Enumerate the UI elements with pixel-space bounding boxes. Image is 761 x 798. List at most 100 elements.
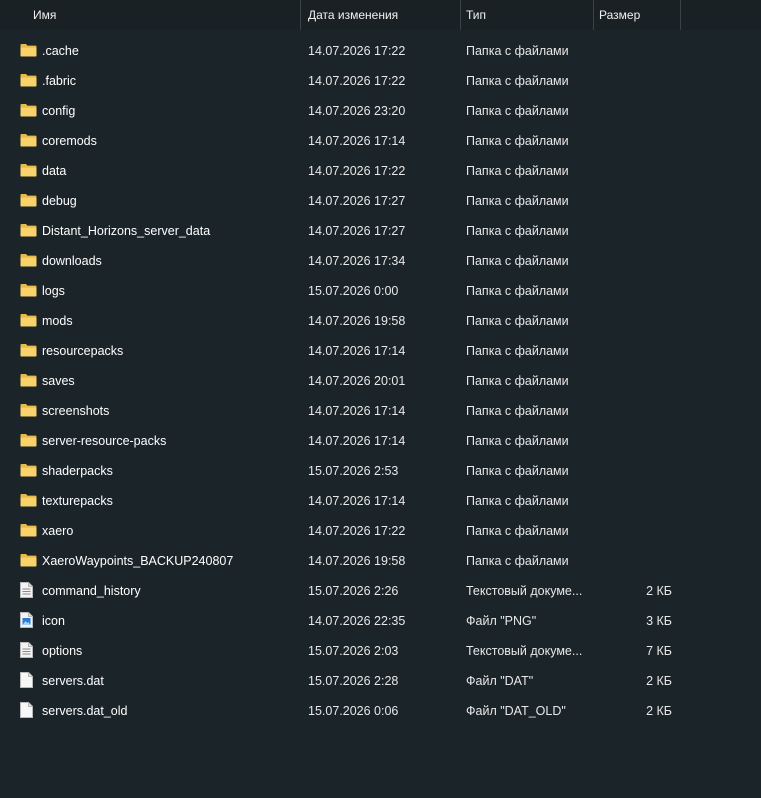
file-row[interactable]: servers.dat 15.07.2026 2:28 Файл "DAT" 2 КБ [0, 666, 761, 696]
file-type: Папка с файлами [466, 74, 569, 88]
file-type: Файл "DAT_OLD" [466, 704, 566, 718]
file-size: 3 КБ [646, 614, 672, 628]
file-row[interactable]: screenshots 14.07.2026 17:14 Папка с файла… [0, 396, 761, 426]
column-header-bar: ^ Имя Дата изменения Тип Размер [0, 0, 761, 30]
file-row[interactable]: Distant_Horizons_server_data 14.07.2026 1… [0, 216, 761, 246]
file-date-modified: 14.07.2026 17:22 [308, 74, 406, 88]
file-row[interactable]: .cache 14.07.2026 17:22 Папка с файлами [0, 36, 761, 66]
file-row[interactable]: shaderpacks 15.07.2026 2:53 Папка с файлам… [0, 456, 761, 486]
text-file-icon [20, 576, 38, 606]
column-resize-handle[interactable] [680, 0, 681, 30]
file-type: Файл "PNG" [466, 614, 537, 628]
file-name: texturepacks [42, 494, 113, 508]
file-type: Папка с файлами [466, 164, 569, 178]
file-list: .cache 14.07.2026 17:22 Папка с файлами .fa… [0, 36, 761, 726]
file-name: servers.dat_old [42, 704, 128, 718]
folder-icon [20, 96, 38, 126]
file-size: 2 КБ [646, 674, 672, 688]
column-header-size[interactable]: Размер [593, 0, 681, 30]
file-date-modified: 14.07.2026 17:22 [308, 524, 406, 538]
file-row[interactable]: debug 14.07.2026 17:27 Папка с файлами [0, 186, 761, 216]
file-date-modified: 14.07.2026 17:34 [308, 254, 406, 268]
file-size [593, 306, 672, 336]
folder-icon [20, 306, 38, 336]
file-row[interactable]: resourcepacks 14.07.2026 17:14 Папка с фай… [0, 336, 761, 366]
file-size [593, 126, 672, 156]
file-row[interactable]: data 14.07.2026 17:22 Папка с файлами [0, 156, 761, 186]
file-row[interactable]: coremods 14.07.2026 17:14 Папка с файлами [0, 126, 761, 156]
file-type: Папка с файлами [466, 104, 569, 118]
sort-ascending-icon: ^ [157, 0, 162, 6]
file-name: xaero [42, 524, 74, 538]
file-date-modified: 15.07.2026 2:28 [308, 674, 399, 688]
file-row[interactable]: xaero 14.07.2026 17:22 Папка с файлами [0, 516, 761, 546]
file-name: data [42, 164, 67, 178]
file-date-modified: 14.07.2026 17:14 [308, 404, 406, 418]
column-header-name[interactable]: ^ Имя [0, 0, 300, 30]
folder-icon [20, 186, 38, 216]
column-header-type[interactable]: Тип [460, 0, 593, 30]
folder-icon [20, 216, 38, 246]
file-row[interactable]: servers.dat_old 15.07.2026 0:06 Файл "DAT_… [0, 696, 761, 726]
file-explorer-window: ^ Имя Дата изменения Тип Размер .cache 14… [0, 0, 761, 798]
file-row[interactable]: icon 14.07.2026 22:35 Файл "PNG" 3 КБ [0, 606, 761, 636]
file-date-modified: 14.07.2026 22:35 [308, 614, 406, 628]
file-name: servers.dat [42, 674, 104, 688]
file-type: Папка с файлами [466, 524, 569, 538]
file-type: Папка с файлами [466, 464, 569, 478]
folder-icon [20, 366, 38, 396]
file-row[interactable]: config 14.07.2026 23:20 Папка с файлами [0, 96, 761, 126]
folder-icon [20, 246, 38, 276]
file-type: Текстовый докуме... [466, 644, 583, 658]
file-type: Папка с файлами [466, 434, 569, 448]
file-row[interactable]: downloads 14.07.2026 17:34 Папка с файлами [0, 246, 761, 276]
file-size [593, 96, 672, 126]
folder-icon [20, 486, 38, 516]
file-name: XaeroWaypoints_BACKUP240807 [42, 554, 234, 568]
file-type: Папка с файлами [466, 374, 569, 388]
file-date-modified: 14.07.2026 17:14 [308, 134, 406, 148]
file-row[interactable]: options 15.07.2026 2:03 Текстовый докуме..… [0, 636, 761, 666]
file-date-modified: 15.07.2026 2:53 [308, 464, 399, 478]
file-size [593, 246, 672, 276]
file-date-modified: 14.07.2026 17:14 [308, 494, 406, 508]
file-type: Папка с файлами [466, 404, 569, 418]
file-size: 2 КБ [646, 704, 672, 718]
file-name: screenshots [42, 404, 110, 418]
file-type: Папка с файлами [466, 344, 569, 358]
folder-icon [20, 396, 38, 426]
file-date-modified: 14.07.2026 23:20 [308, 104, 406, 118]
file-name: icon [42, 614, 65, 628]
file-size: 7 КБ [646, 644, 672, 658]
file-row[interactable]: command_history 15.07.2026 2:26 Текстовый … [0, 576, 761, 606]
text-file-icon [20, 636, 38, 666]
file-name: downloads [42, 254, 102, 268]
file-row[interactable]: texturepacks 14.07.2026 17:14 Папка с файл… [0, 486, 761, 516]
file-row[interactable]: XaeroWaypoints_BACKUP240807 14.07.2026 19… [0, 546, 761, 576]
file-row[interactable]: logs 15.07.2026 0:00 Папка с файлами [0, 276, 761, 306]
folder-icon [20, 426, 38, 456]
file-type: Файл "DAT" [466, 674, 534, 688]
file-row[interactable]: server-resource-packs 14.07.2026 17:14 Пап… [0, 426, 761, 456]
folder-icon [20, 336, 38, 366]
file-row[interactable]: saves 14.07.2026 20:01 Папка с файлами [0, 366, 761, 396]
file-size [593, 486, 672, 516]
file-name: shaderpacks [42, 464, 113, 478]
file-type: Папка с файлами [466, 194, 569, 208]
file-size [593, 156, 672, 186]
file-name: saves [42, 374, 75, 388]
file-name: coremods [42, 134, 97, 148]
file-row[interactable]: mods 14.07.2026 19:58 Папка с файлами [0, 306, 761, 336]
file-row[interactable]: .fabric 14.07.2026 17:22 Папка с файлами [0, 66, 761, 96]
file-name: options [42, 644, 83, 658]
file-size [593, 66, 672, 96]
column-header-date[interactable]: Дата изменения [300, 0, 460, 30]
file-name: resourcepacks [42, 344, 124, 358]
folder-icon [20, 456, 38, 486]
file-type: Папка с файлами [466, 224, 569, 238]
folder-icon [20, 156, 38, 186]
column-header-date-label: Дата изменения [308, 8, 399, 22]
file-size [593, 276, 672, 306]
file-type: Папка с файлами [466, 44, 569, 58]
file-name: Distant_Horizons_server_data [42, 224, 211, 238]
